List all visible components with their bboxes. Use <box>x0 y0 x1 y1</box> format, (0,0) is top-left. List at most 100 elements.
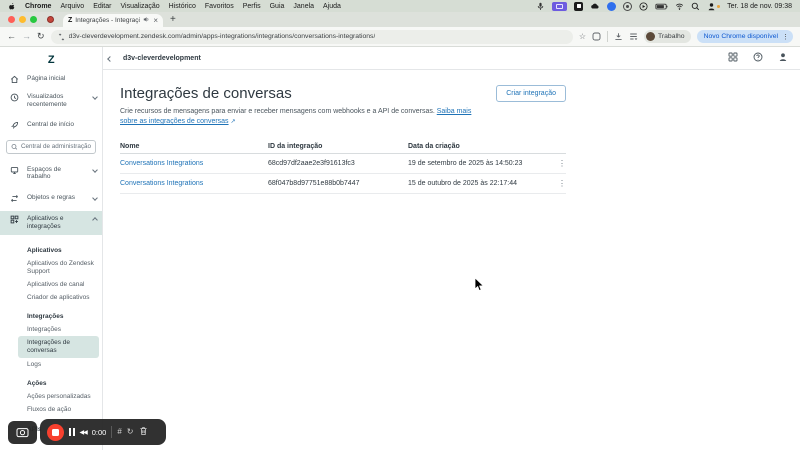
crosshair-icon[interactable]: # <box>117 428 121 436</box>
screen-recording-indicator-icon[interactable] <box>552 1 568 11</box>
admin-search[interactable] <box>6 139 96 154</box>
sidebar-item-integracoes[interactable]: Integrações <box>0 326 102 334</box>
products-grid-icon[interactable] <box>728 49 738 67</box>
page-description: Crie recursos de mensagens para enviar e… <box>120 108 472 126</box>
sidebar-item-central-de-inicio[interactable]: Central de início <box>0 121 102 130</box>
menu-historico[interactable]: Histórico <box>169 3 196 10</box>
discard-recording-icon[interactable] <box>139 423 148 441</box>
row-overflow-icon[interactable]: ⋮ <box>554 179 566 188</box>
zendesk-favicon: Z <box>68 17 73 24</box>
url-text: d3v-cleverdevelopment.zendesk.com/admin/… <box>68 33 376 40</box>
home-icon <box>10 75 19 84</box>
menubar-clock[interactable]: Ter. 18 de nov. 09:38 <box>727 3 792 10</box>
screen: Chrome Arquivo Editar Visualização Histó… <box>0 0 800 450</box>
new-tab-button[interactable]: + <box>170 15 176 25</box>
profile-avatar <box>645 32 655 41</box>
apple-logo-icon[interactable] <box>8 2 16 11</box>
sidebar-item-aplicativos-de-canal[interactable]: Aplicativos de canal <box>0 281 102 289</box>
recorder-divider <box>111 426 113 438</box>
zendesk-logo: Z <box>47 54 55 66</box>
row-overflow-icon[interactable]: ⋮ <box>554 159 566 168</box>
blue-app-icon[interactable] <box>607 1 617 11</box>
address-bar[interactable]: d3v-cleverdevelopment.zendesk.com/admin/… <box>50 29 573 44</box>
recording-time: 0:00 <box>91 427 107 437</box>
cloud-icon[interactable] <box>590 2 600 10</box>
sidebar-item-aplicativos-zendesk-support[interactable]: Aplicativos do Zendesk Support <box>0 260 102 276</box>
status-dot <box>717 4 721 8</box>
wifi-icon[interactable] <box>675 2 684 11</box>
download-icon[interactable] <box>614 32 623 41</box>
back-button[interactable]: ← <box>7 32 16 41</box>
create-integration-button[interactable]: Criar integração <box>496 85 566 102</box>
reload-button[interactable]: ↻ <box>37 32 45 41</box>
menu-editar[interactable]: Editar <box>93 3 111 10</box>
help-icon[interactable] <box>753 49 763 67</box>
menu-visualizacao[interactable]: Visualização <box>120 3 159 10</box>
window-close-button[interactable] <box>8 16 15 23</box>
sidebar-item-aplicativos-e-integracoes[interactable]: Aplicativos e integrações <box>0 211 102 235</box>
sidebar-item-fluxos-de-acao[interactable]: Fluxos de ação <box>0 406 102 414</box>
sidebar-item-visualizados-recentemente[interactable]: Visualizados recentemente <box>0 93 102 109</box>
tab-close-icon[interactable]: × <box>153 16 158 25</box>
mouse-cursor <box>474 276 486 298</box>
rocket-icon <box>11 121 19 129</box>
chevron-down-icon <box>92 195 98 202</box>
screenshot-app-icon[interactable] <box>574 1 584 11</box>
integration-id: 68cd97df2aae2e3f91613fc3 <box>268 160 355 168</box>
menu-janela[interactable]: Janela <box>293 3 314 10</box>
gray-app-icon[interactable] <box>623 1 633 11</box>
browser-tab[interactable]: Z Integrações - Integraçõe × <box>63 14 163 27</box>
admin-header: d3v-cleverdevelopment <box>103 47 800 70</box>
chevron-down-icon <box>92 94 98 100</box>
sidebar-item-logs[interactable]: Logs <box>0 361 102 369</box>
recorder-toolbar: ◀◀ 0:00 # ↻ <box>40 419 166 445</box>
stop-recording-button[interactable] <box>47 423 64 441</box>
pause-recording-button[interactable] <box>69 428 75 436</box>
integration-name-link[interactable]: Conversations Integrations <box>120 160 203 167</box>
sidebar-item-pagina-inicial[interactable]: Página inicial <box>0 75 102 84</box>
spotlight-search-icon[interactable] <box>691 2 700 11</box>
browser-menu-icon[interactable]: ⋮ <box>782 33 789 41</box>
battery-icon[interactable] <box>655 2 668 11</box>
window-zoom-button[interactable] <box>30 16 37 23</box>
chevron-up-icon <box>92 217 98 224</box>
sidebar-item-objetos-e-regras[interactable]: Objetos e regras <box>0 194 102 203</box>
play-circle-icon[interactable] <box>639 2 648 11</box>
menu-favoritos[interactable]: Favoritos <box>205 3 234 10</box>
menu-guia[interactable]: Guia <box>270 3 285 10</box>
profile-chip[interactable]: Trabalho <box>643 30 691 43</box>
chrome-update-chip[interactable]: Novo Chrome disponível ⋮ <box>696 30 793 43</box>
toolbar-divider <box>606 31 608 42</box>
sidebar-item-acoes-personalizadas[interactable]: Ações personalizadas <box>0 393 102 401</box>
account-name: d3v-cleverdevelopment <box>123 54 201 62</box>
collapse-sidebar-icon[interactable] <box>107 56 113 62</box>
reading-mode-icon[interactable] <box>592 32 601 41</box>
sidebar-item-criador-de-aplicativos[interactable]: Criador de aplicativos <box>0 294 102 302</box>
rewind-button[interactable]: ◀◀ <box>80 429 88 436</box>
microphone-icon[interactable] <box>536 2 545 11</box>
user-switcher-icon[interactable] <box>707 2 721 11</box>
monitor-icon <box>10 166 19 174</box>
sidebar-section-acoes: Ações <box>27 380 47 388</box>
table-row: Conversations Integrations 68cd97df2aae2… <box>120 154 566 175</box>
menu-chrome[interactable]: Chrome <box>25 3 51 10</box>
search-input[interactable] <box>21 143 91 151</box>
recorder-camera-button[interactable] <box>8 421 37 444</box>
tab-audio-icon[interactable] <box>143 16 150 25</box>
bookmark-star-icon[interactable]: ☆ <box>579 32 586 41</box>
user-profile-icon[interactable] <box>778 49 788 67</box>
browser-toolbar: ← → ↻ d3v-cleverdevelopment.zendesk.com/… <box>0 27 800 47</box>
integration-name-link[interactable]: Conversations Integrations <box>120 180 203 187</box>
forward-button[interactable]: → <box>22 32 31 41</box>
menu-arquivo[interactable]: Arquivo <box>60 3 84 10</box>
sidebar-item-espacos-de-trabalho[interactable]: Espaços de trabalho <box>0 166 102 182</box>
restart-recording-icon[interactable]: ↻ <box>127 428 134 436</box>
chevron-down-icon <box>92 166 98 173</box>
search-icon <box>11 143 18 150</box>
window-minimize-button[interactable] <box>19 16 26 23</box>
site-info-icon[interactable] <box>58 33 65 41</box>
reading-list-icon[interactable] <box>629 32 638 41</box>
menu-ajuda[interactable]: Ajuda <box>323 3 341 10</box>
menu-perfis[interactable]: Perfis <box>243 3 261 10</box>
sidebar-item-integracoes-de-conversas[interactable]: Integrações de conversas <box>18 336 99 359</box>
